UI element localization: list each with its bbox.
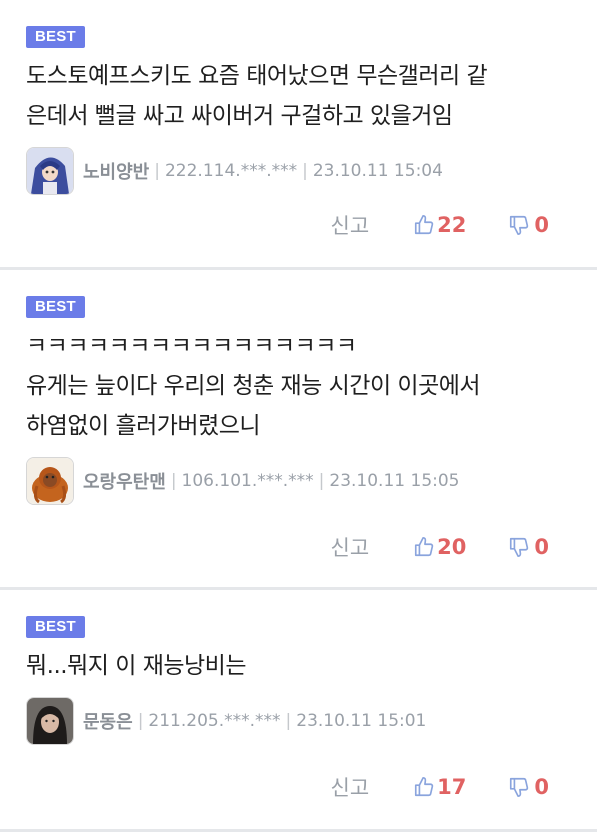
upvote-count: 20 (437, 535, 467, 559)
comment-text: ㅋㅋㅋㅋㅋㅋㅋㅋㅋㅋㅋㅋㅋㅋㅋㅋ 유게는 늪이다 우리의 청춘 재능 시간이 이… (26, 333, 481, 439)
comment-text: 뭐...뭐지 이 재능낭비는 (26, 653, 247, 679)
separator: | (170, 471, 177, 491)
downvote-button[interactable]: 0 (508, 775, 549, 799)
comment-meta: 노비양반 | 222.114.***.*** | 23.10.11 15:04 (26, 146, 571, 196)
report-button[interactable]: 신고 (331, 210, 370, 240)
ip-address: 222.114.***.*** (164, 161, 298, 181)
separator: | (154, 161, 160, 181)
upvote-button[interactable]: 20 (413, 535, 466, 559)
thumbs-up-icon (413, 776, 435, 798)
ip-address: 211.205.***.*** (148, 711, 281, 731)
best-badge: BEST (26, 616, 85, 638)
timestamp: 23.10.11 15:04 (312, 161, 443, 181)
comment-card: BEST ㅋㅋㅋㅋㅋㅋㅋㅋㅋㅋㅋㅋㅋㅋㅋㅋ 유게는 늪이다 우리의 청춘 재능 … (0, 270, 597, 590)
person-photo-avatar-icon[interactable] (26, 697, 74, 745)
downvote-count: 0 (534, 213, 549, 237)
comment-text: 도스토예프스키도 요즘 태어났으면 무슨갤러리 같 은데서 뻘글 싸고 싸이버거… (26, 63, 488, 129)
report-button[interactable]: 신고 (331, 772, 370, 802)
timestamp: 23.10.11 15:05 (329, 471, 460, 491)
separator: | (318, 471, 325, 491)
comment-card: BEST 도스토예프스키도 요즘 태어났으면 무슨갤러리 같 은데서 뻘글 싸고… (0, 0, 597, 270)
anime-character-avatar-icon[interactable] (26, 147, 74, 195)
upvote-count: 22 (437, 213, 467, 237)
author-name[interactable]: 문동은 (83, 708, 133, 734)
thumbs-down-icon (508, 536, 530, 558)
comment-meta: 오랑우탄맨 | 106.101.***.*** | 23.10.11 15:05 (26, 456, 571, 506)
report-button[interactable]: 신고 (331, 532, 370, 562)
separator: | (285, 711, 292, 731)
timestamp: 23.10.11 15:01 (296, 711, 427, 731)
comment-actions: 신고 17 0 (331, 772, 550, 802)
downvote-button[interactable]: 0 (508, 213, 549, 237)
upvote-count: 17 (437, 775, 467, 799)
separator: | (302, 161, 308, 181)
best-badge: BEST (26, 296, 85, 318)
separator: | (137, 711, 144, 731)
best-badge: BEST (26, 26, 85, 48)
upvote-button[interactable]: 22 (413, 213, 466, 237)
author-name[interactable]: 오랑우탄맨 (83, 468, 166, 494)
comment-meta: 문동은 | 211.205.***.*** | 23.10.11 15:01 (26, 696, 571, 746)
thumbs-down-icon (508, 214, 530, 236)
upvote-button[interactable]: 17 (413, 775, 466, 799)
comment-actions: 신고 22 0 (331, 210, 550, 240)
thumbs-up-icon (413, 536, 435, 558)
downvote-count: 0 (534, 535, 549, 559)
author-name[interactable]: 노비양반 (83, 158, 149, 184)
ip-address: 106.101.***.*** (181, 471, 314, 491)
thumbs-up-icon (413, 214, 435, 236)
downvote-count: 0 (534, 775, 549, 799)
thumbs-down-icon (508, 776, 530, 798)
comment-actions: 신고 20 0 (331, 532, 550, 562)
downvote-button[interactable]: 0 (508, 535, 549, 559)
comment-card: BEST 뭐...뭐지 이 재능낭비는 문동은 | 211.205.***.**… (0, 590, 597, 832)
orangutan-avatar-icon[interactable] (26, 457, 74, 505)
